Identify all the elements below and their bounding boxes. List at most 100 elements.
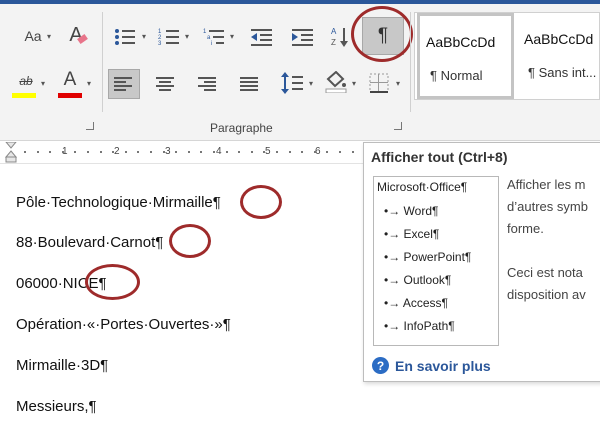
chevron-down-icon[interactable]: ▾ xyxy=(47,32,51,41)
svg-text:i: i xyxy=(211,41,212,47)
ruler-tick xyxy=(200,151,202,153)
tooltip-title: Afficher tout (Ctrl+8) xyxy=(371,149,508,165)
chevron-down-icon[interactable]: ▾ xyxy=(142,32,146,41)
ruler-tick xyxy=(137,151,139,153)
line-spacing-button[interactable] xyxy=(279,68,305,98)
ruler-tick xyxy=(289,151,291,153)
ruler-tick xyxy=(352,151,354,153)
ruler-tick xyxy=(163,151,165,153)
clear-formatting-button[interactable]: A xyxy=(63,22,89,48)
tooltip-description: forme. xyxy=(507,221,544,236)
tab-arrow-icon: •→ xyxy=(384,227,401,241)
bullet-list-icon xyxy=(115,29,135,45)
chevron-down-icon[interactable]: ▾ xyxy=(309,79,313,88)
ruler-number: 2 xyxy=(114,146,120,157)
justify-button[interactable] xyxy=(236,71,264,97)
paragraph-group-label: Paragraphe xyxy=(210,121,273,135)
tab-arrow-icon: •→ xyxy=(384,273,401,287)
align-left-button[interactable] xyxy=(108,69,140,99)
ruler-number: 4 xyxy=(216,146,222,157)
align-right-icon xyxy=(198,77,216,91)
ruler-tick xyxy=(226,151,228,153)
illustration-item: •→ Outlook¶ xyxy=(384,273,452,287)
chevron-down-icon[interactable]: ▾ xyxy=(352,79,356,88)
decrease-indent-button[interactable] xyxy=(249,24,275,50)
styles-gallery: AaBbCcDd ¶ Normal AaBbCcDd ¶ Sans int... xyxy=(414,12,600,100)
shading-button[interactable] xyxy=(323,68,349,96)
style-name: ¶ Normal xyxy=(430,68,483,83)
ruler-tick xyxy=(112,151,114,153)
ruler-tick xyxy=(150,151,152,153)
tab-arrow-icon: •→ xyxy=(384,250,401,264)
sort-button[interactable]: A Z xyxy=(328,24,352,50)
highlight-icon: ab xyxy=(19,74,33,88)
highlight-button[interactable]: ab xyxy=(12,70,40,92)
align-center-icon xyxy=(156,77,174,91)
align-center-button[interactable] xyxy=(152,71,180,97)
multilevel-list-icon: 1 a i xyxy=(203,29,224,47)
font-dialog-launcher[interactable] xyxy=(86,122,94,130)
multilevel-list-button[interactable]: 1 a i xyxy=(201,24,227,50)
highlight-color-strip xyxy=(12,93,36,98)
increase-indent-button[interactable] xyxy=(290,24,316,50)
font-size-icon: Aa xyxy=(24,28,42,44)
learn-more-link[interactable]: En savoir plus xyxy=(395,358,491,374)
increase-indent-icon xyxy=(292,29,313,46)
ruler-tick xyxy=(301,151,303,153)
ruler-tick xyxy=(213,151,215,153)
chevron-down-icon[interactable]: ▾ xyxy=(230,32,234,41)
chevron-down-icon[interactable]: ▾ xyxy=(396,79,400,88)
ruler-tick xyxy=(276,151,278,153)
ruler-tick xyxy=(24,151,26,153)
style-normal[interactable]: AaBbCcDd ¶ Normal xyxy=(417,13,514,99)
tooltip-description: Afficher les m xyxy=(507,177,586,192)
bullets-button[interactable] xyxy=(112,24,138,50)
ruler-tick xyxy=(251,151,253,153)
document-line[interactable]: Messieurs,¶ xyxy=(16,398,97,415)
ruler-tick xyxy=(339,151,341,153)
align-right-button[interactable] xyxy=(194,71,222,97)
style-sample: AaBbCcDd xyxy=(524,31,594,47)
help-icon: ? xyxy=(372,357,389,374)
ruler-tick xyxy=(238,151,240,153)
ruler-number: 5 xyxy=(265,146,271,157)
font-color-strip xyxy=(58,93,82,98)
ruler-tick xyxy=(74,151,76,153)
annotation-circle xyxy=(351,6,413,62)
group-separator xyxy=(102,12,103,112)
tooltip-footer[interactable]: ? En savoir plus xyxy=(372,357,491,374)
annotation-circle xyxy=(240,185,282,219)
ruler-tick xyxy=(314,151,316,153)
ruler-tick xyxy=(62,151,64,153)
font-color-button[interactable]: A xyxy=(56,68,84,92)
paragraph-dialog-launcher[interactable] xyxy=(394,122,402,130)
numbering-button[interactable]: 1 2 3 xyxy=(156,24,182,50)
svg-text:3: 3 xyxy=(158,41,162,47)
illustration-root: Microsoft·Office¶ xyxy=(377,180,468,194)
ribbon-top-accent xyxy=(0,0,600,4)
ruler-tick xyxy=(87,151,89,153)
ruler-tick xyxy=(326,151,328,153)
document-line[interactable]: Opération·«·Portes·Ouvertes·»¶ xyxy=(16,316,231,333)
chevron-down-icon[interactable]: ▾ xyxy=(41,79,45,88)
change-case-button[interactable]: Aa xyxy=(20,26,46,46)
document-line[interactable]: Mirmaille·3D¶ xyxy=(16,357,108,374)
tab-arrow-icon: •→ xyxy=(384,296,401,310)
tooltip-description: disposition av xyxy=(507,287,586,302)
document-line[interactable]: 88·Boulevard·Carnot¶ xyxy=(16,234,163,251)
indent-marker-icon[interactable] xyxy=(4,142,18,163)
chevron-down-icon[interactable]: ▾ xyxy=(185,32,189,41)
svg-text:Z: Z xyxy=(331,38,336,47)
chevron-down-icon[interactable]: ▾ xyxy=(87,79,91,88)
tooltip-illustration: Microsoft·Office¶ •→ Word¶ •→ Excel¶ •→ … xyxy=(373,176,499,346)
ruler-tick xyxy=(37,151,39,153)
ruler-tick xyxy=(125,151,127,153)
style-no-spacing[interactable]: AaBbCcDd ¶ Sans int... xyxy=(518,13,600,99)
align-left-icon xyxy=(114,77,132,91)
sort-icon: A Z xyxy=(331,27,348,47)
borders-button[interactable] xyxy=(366,70,392,96)
document-line[interactable]: Pôle·Technologique·Mirmaille¶ xyxy=(16,194,221,211)
ribbon: Aa ▾ A ab ▾ A ▾ ▾ 1 2 3 ▾ 1 a i ▾ A Z ¶ … xyxy=(0,0,600,141)
group-separator xyxy=(410,12,411,112)
numbered-list-icon: 1 2 3 xyxy=(158,29,179,47)
